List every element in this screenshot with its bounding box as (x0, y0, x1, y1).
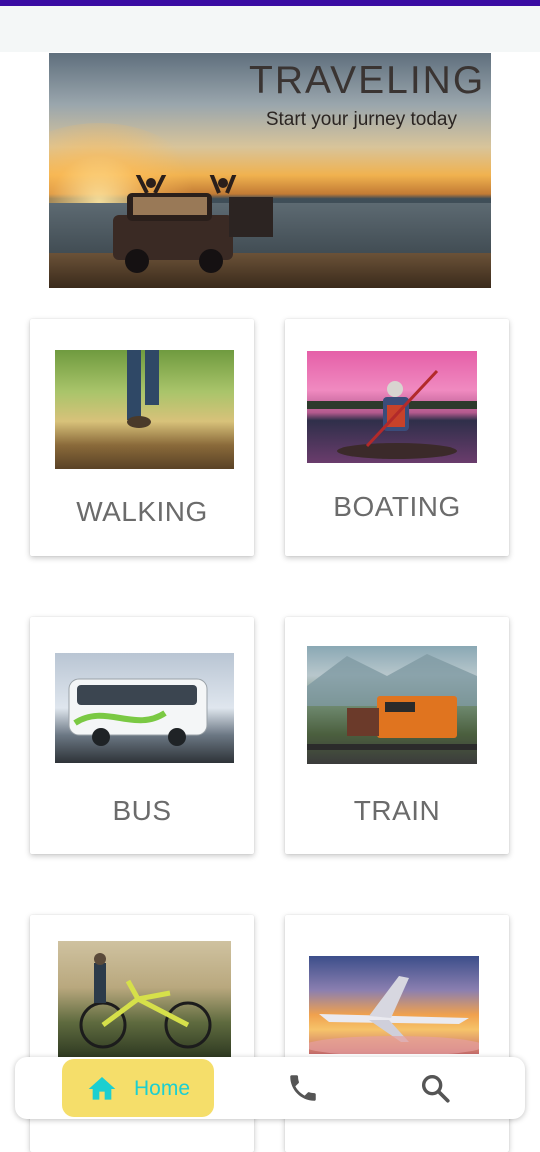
card-label: BOATING (333, 491, 461, 522)
walking-image (55, 350, 234, 469)
car-illustration (113, 175, 273, 273)
kayaker-figure (307, 369, 477, 459)
plane-image (309, 956, 479, 1054)
home-icon (88, 1077, 116, 1100)
card-train[interactable]: TRAIN (285, 617, 509, 854)
bus-figure (68, 678, 208, 746)
search-icon[interactable] (418, 1071, 452, 1105)
card-walking[interactable]: WALKING (30, 319, 254, 556)
bus-image (55, 653, 234, 763)
phone-icon[interactable] (286, 1071, 320, 1105)
app-bar (0, 6, 540, 52)
hero-subtitle: Start your jurney today (265, 109, 457, 130)
card-bus[interactable]: BUS (30, 617, 254, 854)
airplane-figure (309, 976, 479, 1054)
nav-home-button[interactable]: Home (62, 1059, 214, 1117)
bicycle-figure (79, 953, 212, 1049)
card-label: TRAIN (353, 795, 441, 826)
cycling-image (58, 941, 231, 1057)
boating-image (307, 351, 477, 463)
bottom-navigation: Home (15, 1057, 525, 1119)
nav-home-label: Home (134, 1077, 191, 1100)
train-figure (307, 654, 477, 750)
hero-banner: TRAVELING Start your jurney today (49, 53, 491, 288)
card-label: WALKING (76, 496, 208, 527)
card-label: BUS (112, 795, 172, 826)
hero-title: TRAVELING (249, 59, 486, 102)
walking-figure (127, 350, 159, 428)
card-boating[interactable]: BOATING (285, 319, 509, 556)
train-image (307, 646, 477, 764)
